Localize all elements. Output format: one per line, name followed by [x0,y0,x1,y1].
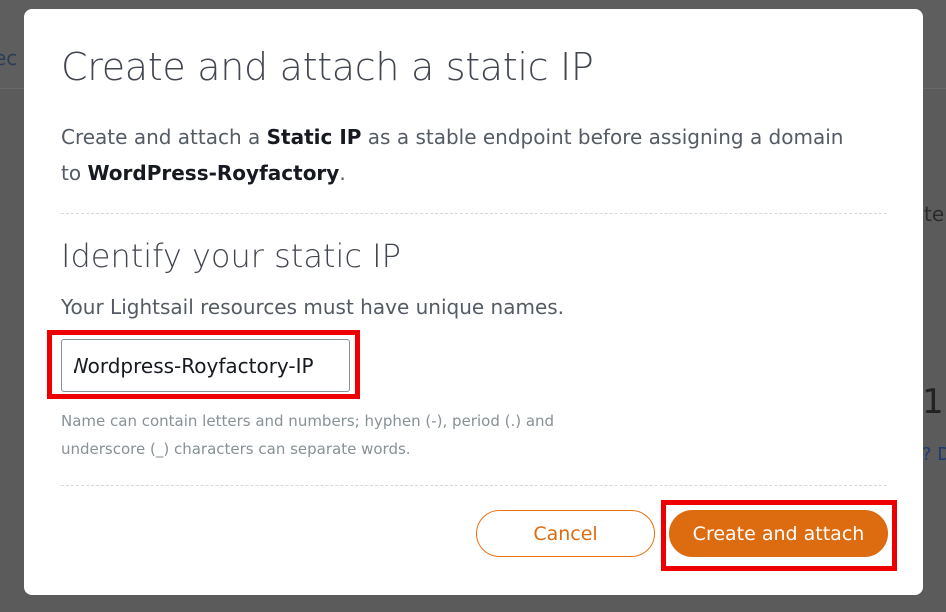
cancel-button[interactable]: Cancel [476,510,655,557]
intro-text: . [339,161,346,185]
intro-static-ip: Static IP [266,125,362,149]
static-ip-dialog: Create and attach a static IP Create and… [24,9,923,595]
section-description: Your Lightsail resources must have uniqu… [61,295,565,319]
background-text-fragment: te [924,202,945,226]
background-text-fragment: ec [0,46,18,70]
background-link-fragment: ? D [922,444,946,465]
dialog-title: Create and attach a static IP [61,45,594,89]
section-divider [61,213,887,214]
intro-text: Create and attach a [61,125,267,149]
intro-instance-name: WordPress-Royfactory [87,161,340,185]
button-highlight-annotation [661,500,897,571]
section-title: Identify your static IP [61,237,401,275]
footer-divider [61,485,887,486]
name-hint: Name can contain letters and numbers; hy… [61,412,555,458]
background-text-fragment: 1 [922,382,944,422]
input-highlight-annotation [47,330,360,399]
dialog-intro: Create and attach a Static IP as a stabl… [61,119,851,191]
